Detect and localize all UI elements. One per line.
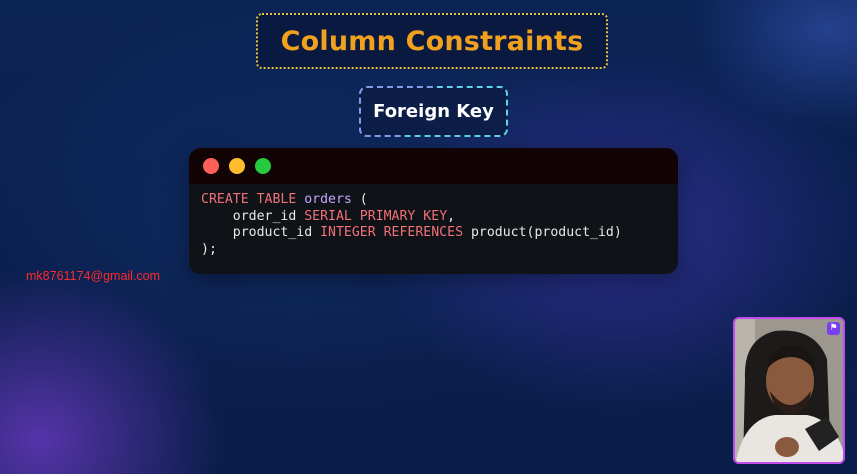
code-block: CREATE TABLE orders ( order_id SERIAL PR…: [189, 184, 678, 258]
minimize-dot-icon: [229, 158, 245, 174]
email-watermark: mk8761174@gmail.com: [26, 269, 161, 283]
code-token: order_id: [201, 208, 305, 224]
code-token: INTEGER REFERENCES: [320, 225, 464, 240]
slide-subtitle: Foreign Key: [373, 101, 494, 122]
code-window-titlebar: [189, 148, 678, 184]
maximize-dot-icon: [255, 158, 271, 174]
presenter-webcam: ⚑: [733, 317, 845, 464]
subtitle-box: Foreign Key: [359, 86, 508, 137]
code-line: order_id SERIAL PRIMARY KEY,: [201, 209, 666, 226]
code-token: orders: [304, 192, 352, 207]
code-line: );: [201, 242, 666, 259]
code-token: product_id: [201, 225, 321, 240]
code-window: CREATE TABLE orders ( order_id SERIAL PR…: [189, 148, 678, 274]
slide-title: Column Constraints: [280, 25, 584, 57]
code-token: CREATE TABLE: [201, 192, 305, 207]
presenter-logo-icon: ⚑: [827, 322, 840, 335]
close-dot-icon: [203, 158, 219, 174]
title-box: Column Constraints: [256, 13, 608, 69]
code-token: (: [351, 192, 368, 207]
code-line: CREATE TABLE orders (: [201, 192, 666, 209]
code-line: product_id INTEGER REFERENCES product(pr…: [201, 225, 666, 242]
code-token: SERIAL PRIMARY KEY: [304, 208, 448, 224]
code-token: );: [201, 241, 217, 257]
presenter-silhouette: [735, 319, 843, 462]
code-token: ,: [447, 208, 456, 224]
code-token: product(product_id): [463, 225, 622, 240]
